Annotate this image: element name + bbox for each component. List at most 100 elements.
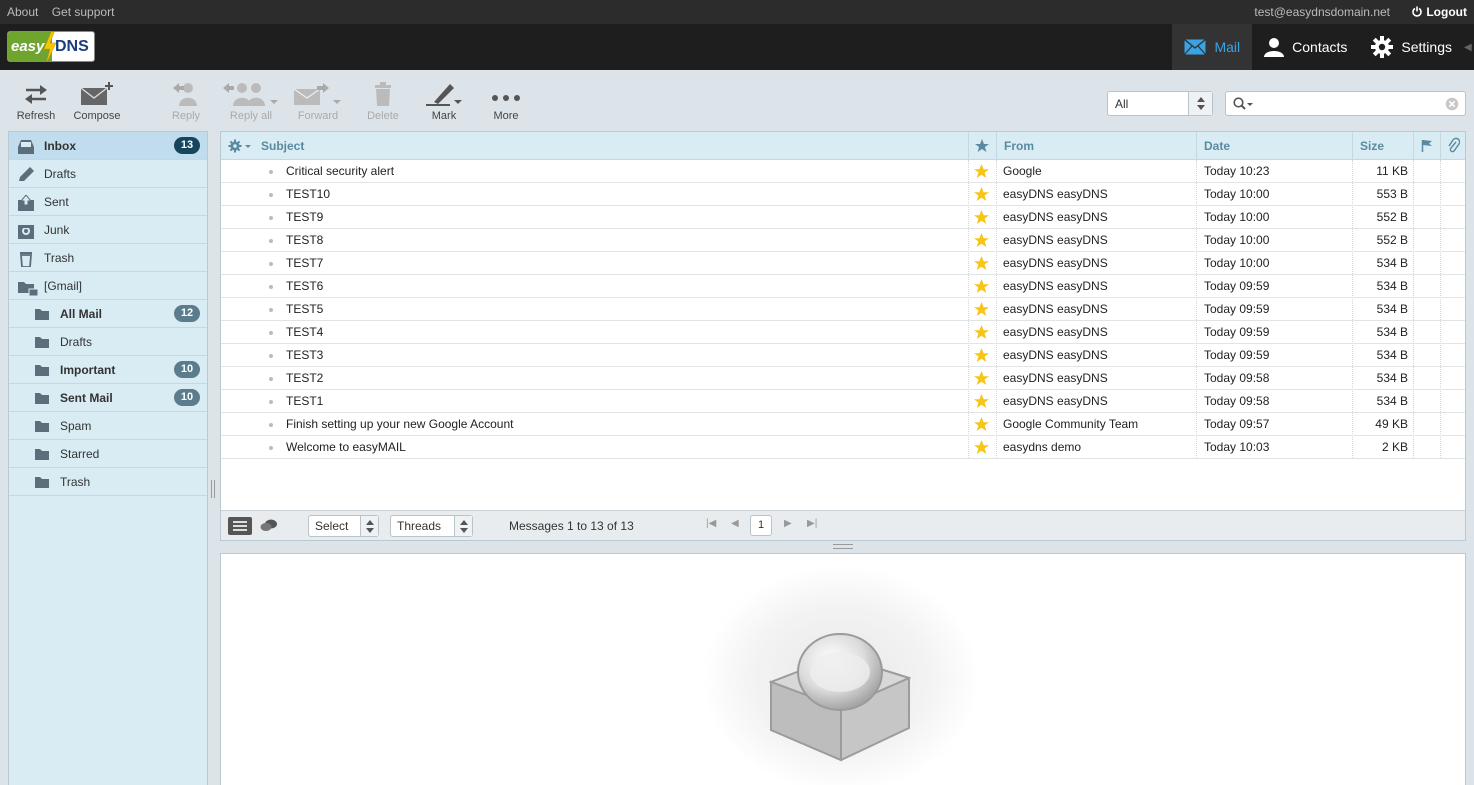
folder-item-sent-mail[interactable]: Sent Mail 10 <box>9 384 207 412</box>
star-icon[interactable] <box>974 252 994 274</box>
message-from: easyDNS easyDNS <box>1003 302 1108 316</box>
reply-button[interactable]: Reply <box>156 82 216 122</box>
nav-contacts[interactable]: Contacts <box>1252 24 1359 70</box>
nav-settings[interactable]: Settings <box>1359 24 1464 70</box>
folder-item-sent[interactable]: Sent <box>9 188 207 216</box>
folder-label: Drafts <box>44 167 77 181</box>
folder-pane-resize-handle[interactable] <box>211 480 215 498</box>
threads-dropdown[interactable]: Threads <box>390 515 473 537</box>
folder-item-all-mail[interactable]: All Mail 12 <box>9 300 207 328</box>
star-icon[interactable] <box>974 436 994 458</box>
column-date[interactable]: Date <box>1196 132 1352 160</box>
message-row[interactable]: TEST8 easyDNS easyDNS Today 10:00 552 B <box>221 229 1465 252</box>
column-flagged[interactable] <box>968 132 996 160</box>
message-row[interactable]: TEST5 easyDNS easyDNS Today 09:59 534 B <box>221 298 1465 321</box>
star-icon[interactable] <box>974 206 994 228</box>
mark-button[interactable]: Mark <box>414 82 474 122</box>
folder-item-inbox[interactable]: Inbox 13 <box>9 132 207 160</box>
message-subject: TEST10 <box>286 187 331 201</box>
folder-icon <box>34 335 50 352</box>
folder-item-trash[interactable]: Trash <box>9 468 207 496</box>
star-icon[interactable] <box>974 390 994 412</box>
select-dropdown[interactable]: Select <box>308 515 379 537</box>
last-page-icon[interactable]: ▶| <box>807 518 817 529</box>
forward-label: Forward <box>297 110 339 122</box>
logout-button[interactable]: Logout <box>1411 5 1467 19</box>
pencil-icon <box>17 167 35 186</box>
search-box[interactable] <box>1225 91 1466 116</box>
message-filter-select[interactable]: All <box>1107 91 1213 116</box>
folder-item-spam[interactable]: Spam <box>9 412 207 440</box>
message-date: Today 09:58 <box>1204 394 1270 408</box>
column-from[interactable]: From <box>996 132 1196 160</box>
previous-page-icon[interactable]: ◀ <box>731 518 739 529</box>
filter-value: All <box>1115 97 1129 111</box>
star-icon[interactable] <box>974 344 994 366</box>
get-support-link[interactable]: Get support <box>52 5 115 19</box>
unread-count-badge: 12 <box>174 305 200 322</box>
compose-button[interactable]: Compose <box>67 82 127 122</box>
star-icon[interactable] <box>974 413 994 435</box>
folder-group-icon <box>17 279 39 300</box>
message-row[interactable]: TEST3 easyDNS easyDNS Today 09:59 534 B <box>221 344 1465 367</box>
more-button[interactable]: More <box>476 82 536 122</box>
delete-button[interactable]: Delete <box>353 82 413 122</box>
message-date: Today 09:59 <box>1204 348 1270 362</box>
message-row[interactable]: Finish setting up your new Google Accoun… <box>221 413 1465 436</box>
forward-button[interactable]: Forward <box>288 82 348 122</box>
folder-item-drafts[interactable]: Drafts <box>9 160 207 188</box>
reply-all-button[interactable]: Reply all <box>221 82 281 122</box>
first-page-icon[interactable]: |◀ <box>706 518 716 529</box>
message-row[interactable]: TEST6 easyDNS easyDNS Today 09:59 534 B <box>221 275 1465 298</box>
column-attachment[interactable] <box>1440 132 1465 160</box>
column-subject[interactable]: Subject <box>254 132 968 160</box>
message-row[interactable]: TEST10 easyDNS easyDNS Today 10:00 553 B <box>221 183 1465 206</box>
star-icon[interactable] <box>974 298 994 320</box>
folder-item-drafts[interactable]: Drafts <box>9 328 207 356</box>
message-size: 534 B <box>1376 256 1408 270</box>
message-row[interactable]: TEST4 easyDNS easyDNS Today 09:59 534 B <box>221 321 1465 344</box>
folder-item-important[interactable]: Important 10 <box>9 356 207 384</box>
star-icon[interactable] <box>974 275 994 297</box>
next-page-icon[interactable]: ▶ <box>784 518 792 529</box>
envelope-icon <box>1184 39 1207 55</box>
message-date: Today 10:00 <box>1204 210 1270 224</box>
message-row[interactable]: Welcome to easyMAIL easydns demo Today 10:… <box>221 436 1465 459</box>
star-icon[interactable] <box>974 321 994 343</box>
star-icon[interactable] <box>974 229 994 251</box>
paperclip-icon <box>1448 137 1461 153</box>
nav-mail-label: Mail <box>1214 39 1241 55</box>
star-icon[interactable] <box>974 367 994 389</box>
thread-dot-icon <box>269 423 273 427</box>
folder-item-gmail[interactable]: [Gmail] <box>9 272 207 300</box>
easydns-logo[interactable]: easy DNS <box>7 31 95 62</box>
message-row[interactable]: Critical security alert Google Today 10:23… <box>221 160 1465 183</box>
app-header: easy DNS Mail Contacts Settings ◀ <box>0 24 1474 70</box>
header-collapse-handle[interactable]: ◀ <box>1464 24 1474 70</box>
message-row[interactable]: TEST7 easyDNS easyDNS Today 10:00 534 B <box>221 252 1465 275</box>
threads-view-icon[interactable] <box>260 518 278 534</box>
message-row[interactable]: TEST9 easyDNS easyDNS Today 10:00 552 B <box>221 206 1465 229</box>
star-icon[interactable] <box>974 183 994 205</box>
message-row[interactable]: TEST1 easyDNS easyDNS Today 09:58 534 B <box>221 390 1465 413</box>
folder-item-junk[interactable]: Junk <box>9 216 207 244</box>
reply-all-icon <box>223 83 278 106</box>
nav-mail[interactable]: Mail <box>1172 24 1253 70</box>
clear-search-icon[interactable] <box>1445 97 1459 111</box>
column-size[interactable]: Size <box>1352 132 1413 160</box>
threads-label: Threads <box>397 519 442 533</box>
star-icon[interactable] <box>974 160 994 182</box>
folder-item-trash[interactable]: Trash <box>9 244 207 272</box>
column-flag[interactable] <box>1413 132 1440 160</box>
message-subject: TEST8 <box>286 233 324 247</box>
refresh-button[interactable]: Refresh <box>6 82 66 122</box>
search-input[interactable] <box>1256 95 1436 112</box>
list-view-icon[interactable] <box>228 517 252 535</box>
message-subject: Welcome to easyMAIL <box>286 440 406 454</box>
about-link[interactable]: About <box>7 5 38 19</box>
message-from: easyDNS easyDNS <box>1003 187 1108 201</box>
page-number-input[interactable]: 1 <box>750 515 772 536</box>
message-row[interactable]: TEST2 easyDNS easyDNS Today 09:58 534 B <box>221 367 1465 390</box>
folder-item-starred[interactable]: Starred <box>9 440 207 468</box>
preview-resize-handle[interactable] <box>833 544 853 549</box>
